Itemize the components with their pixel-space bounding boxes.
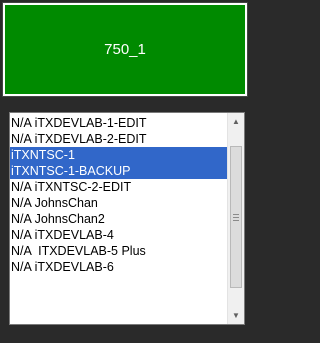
down-arrow-icon[interactable]: ▼ (228, 307, 244, 324)
list-item[interactable]: N/A iTXDEVLAB-2-EDIT (10, 131, 227, 147)
list-item[interactable]: iTXNTSC-1-BACKUP (10, 163, 227, 179)
scrollbar-thumb[interactable] (230, 146, 242, 288)
list-item[interactable]: N/A iTXDEVLAB-1-EDIT (10, 115, 227, 131)
channel-button-label: 750_1 (104, 41, 146, 58)
channel-list-items: N/A iTXDEVLAB-1-EDIT N/A iTXDEVLAB-2-EDI… (10, 115, 227, 275)
vertical-scrollbar[interactable]: ▲ ▼ (227, 113, 244, 324)
up-arrow-icon[interactable]: ▲ (228, 113, 244, 130)
list-item[interactable]: N/A iTXNTSC-2-EDIT (10, 179, 227, 195)
list-item[interactable]: N/A ITXDEVLAB-5 Plus (10, 243, 227, 259)
list-item[interactable]: N/A JohnsChan (10, 195, 227, 211)
channel-listbox[interactable]: N/A iTXDEVLAB-1-EDIT N/A iTXDEVLAB-2-EDI… (9, 112, 245, 325)
list-item[interactable]: N/A JohnsChan2 (10, 211, 227, 227)
list-item[interactable]: iTXNTSC-1 (10, 147, 227, 163)
grip-icon (233, 213, 239, 221)
list-item[interactable]: N/A iTXDEVLAB-4 (10, 227, 227, 243)
list-item[interactable]: N/A iTXDEVLAB-6 (10, 259, 227, 275)
channel-button[interactable]: 750_1 (2, 2, 248, 97)
